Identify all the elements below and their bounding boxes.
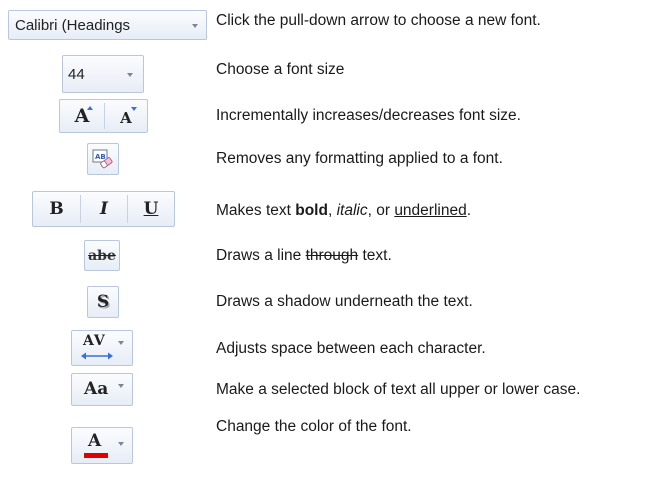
font-size-dropdown[interactable]: 44 [62,55,144,93]
text-shadow-description: Draws a shadow underneath the text. [216,293,473,310]
strikethrough-button[interactable]: abe [84,240,120,271]
desc-italic-word: italic [336,202,368,219]
font-color-description: Change the color of the font. [216,418,412,435]
font-name-description: Click the pull-down arrow to choose a ne… [216,12,541,29]
grow-shrink-font-group: A A [59,99,148,133]
double-arrow-icon [81,352,113,360]
chevron-down-icon[interactable] [127,73,133,77]
clear-formatting-description: Removes any formatting applied to a font… [216,150,503,167]
bold-button[interactable]: B [33,192,80,226]
desc-text: text. [358,247,392,264]
desc-text: , or [367,202,395,219]
font-name-dropdown[interactable]: Calibri (Headings [8,10,207,40]
font-size-value: 44 [68,65,85,83]
shrink-arrow-icon [131,107,137,111]
desc-text: . [466,202,472,219]
font-color-button[interactable]: A [71,427,133,464]
italic-button[interactable]: I [81,192,127,226]
change-case-label: Aa [84,379,109,399]
grow-shrink-description: Incrementally increases/decreases font s… [216,107,521,124]
character-spacing-description: Adjusts space between each character. [216,340,486,357]
grow-arrow-icon [87,106,93,110]
desc-underline-word: underlined [394,202,467,219]
text-shadow-button[interactable]: S [87,286,119,318]
clear-formatting-button[interactable]: AB [87,143,119,175]
font-name-value: Calibri (Headings [15,16,131,34]
font-size-description: Choose a font size [216,61,345,78]
desc-text: , [327,202,337,219]
underline-label: U [143,199,159,219]
chevron-down-icon[interactable] [118,384,124,388]
change-case-button[interactable]: Aa [71,373,133,406]
text-shadow-label: S [96,292,110,312]
bold-italic-underline-description: Makes text bold, italic, or underlined. [216,201,471,220]
svg-text:AB: AB [95,153,106,161]
clear-formatting-icon: AB [92,149,113,169]
grow-font-button[interactable]: A [60,100,104,132]
font-color-bar [84,453,108,458]
italic-label: I [100,199,108,219]
underline-button[interactable]: U [128,192,174,226]
character-spacing-label: AV [83,333,106,349]
font-color-label: A [88,431,102,451]
desc-strike-word: through [305,247,359,264]
bold-label: B [49,199,64,219]
desc-text: Makes text [216,202,296,219]
desc-text: Draws a line [216,247,306,264]
change-case-description: Make a selected block of text all upper … [216,381,581,398]
chevron-down-icon[interactable] [118,442,124,446]
shrink-font-label: A [120,108,132,127]
shrink-font-button[interactable]: A [105,100,147,132]
bold-italic-underline-group: B I U [32,191,175,227]
strikethrough-description: Draws a line through text. [216,246,392,265]
chevron-down-icon[interactable] [192,24,198,28]
desc-bold-word: bold [295,202,328,219]
character-spacing-button[interactable]: AV [71,330,133,366]
character-spacing-icon: AV [81,333,115,363]
strikethrough-label: abe [88,247,116,264]
chevron-down-icon[interactable] [118,341,124,345]
